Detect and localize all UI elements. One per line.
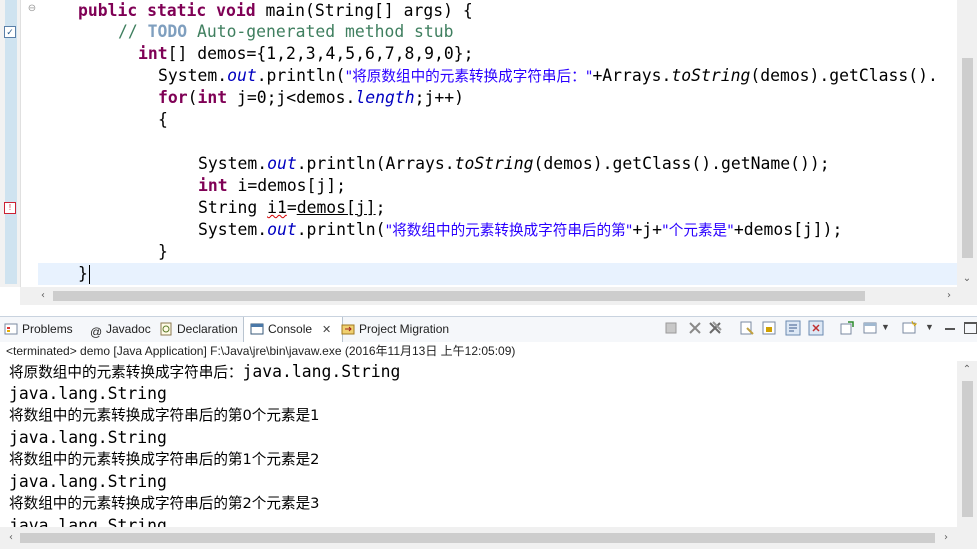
scroll-right-arrow-icon[interactable]: ›	[942, 289, 956, 303]
minimize-icon[interactable]	[945, 328, 955, 330]
text-caret	[89, 265, 90, 284]
open-console-icon[interactable]	[901, 320, 917, 336]
console-vscroll-thumb[interactable]	[962, 381, 973, 517]
task-marker-icon[interactable]: ✓	[4, 26, 16, 38]
console-line-5: 将数组中的元素转换成字符串后的第1个元素是2	[9, 451, 320, 468]
code-line-12: }	[158, 242, 168, 261]
console-line-4: java.lang.String	[9, 428, 167, 447]
console-status-line: <terminated> demo [Java Application] F:\…	[0, 342, 977, 361]
tab-project-migration[interactable]: Project Migration	[341, 317, 449, 342]
show-console-icon[interactable]	[808, 320, 824, 336]
scroll-down-arrow-icon[interactable]: ⌄	[960, 272, 974, 286]
remove-all-terminated-icon[interactable]	[707, 320, 723, 336]
editor-vscroll-thumb[interactable]	[962, 58, 973, 258]
code-line-1: public static void main(String[] args) {	[78, 1, 473, 20]
code-line-11: System.out.println("将数组中的元素转换成字符串后的第"+j+…	[198, 220, 843, 239]
clear-console-icon[interactable]	[739, 320, 755, 336]
display-selected-console-icon[interactable]	[862, 320, 878, 336]
console-line-3: 将数组中的元素转换成字符串后的第0个元素是1	[9, 407, 320, 424]
close-console-tab-icon[interactable]: ✕	[322, 324, 331, 336]
console-output[interactable]: 将原数组中的元素转换成字符串后：java.lang.String java.la…	[0, 361, 957, 527]
code-line-5: for(int j=0;j<demos.length;j++)	[158, 88, 464, 107]
tab-declaration[interactable]: Declaration	[159, 317, 238, 342]
project-migration-icon	[341, 324, 355, 335]
console-icon	[250, 323, 264, 335]
tab-problems[interactable]: Problems	[4, 317, 73, 342]
console-line-1: 将原数组中的元素转换成字符串后：java.lang.String	[9, 362, 401, 381]
scroll-left-arrow-icon[interactable]: ‹	[36, 289, 50, 303]
view-tab-bar: Problems @ Javadoc Declaration Console ✕ P…	[0, 316, 977, 343]
code-line-13: }	[78, 264, 88, 283]
declaration-icon	[160, 322, 172, 336]
code-line-3: int[] demos={1,2,3,4,5,6,7,8,9,0};	[138, 44, 474, 63]
editor-horizontal-scrollbar[interactable]: ‹ ›	[20, 287, 977, 305]
code-line-6: {	[158, 110, 168, 129]
problems-icon	[4, 323, 18, 335]
tab-javadoc[interactable]: @ Javadoc	[90, 317, 151, 342]
code-line-4: System.out.println("将原数组中的元素转换成字符串后："+Ar…	[158, 66, 938, 85]
code-line-9: int i=demos[j];	[198, 176, 347, 195]
code-line-2: // TODO Auto-generated method stub	[118, 22, 454, 41]
code-line-10: String i1=demos[j];	[198, 198, 386, 217]
code-line-8: System.out.println(Arrays.toString(demos…	[198, 154, 830, 173]
tab-console[interactable]: Console ✕	[243, 317, 343, 342]
console-hscroll-thumb[interactable]	[20, 533, 935, 543]
console-horizontal-scrollbar[interactable]: ‹ ›	[0, 527, 977, 549]
chevron-down-icon[interactable]: ▼	[881, 322, 890, 332]
annotation-band	[5, 0, 17, 284]
terminate-icon[interactable]	[663, 320, 679, 336]
editor-vertical-scrollbar[interactable]: ⌄	[957, 0, 977, 287]
scroll-lock-icon[interactable]	[761, 320, 777, 336]
console-line-2: java.lang.String	[9, 384, 167, 403]
console-vertical-scrollbar[interactable]: ⌃	[957, 361, 977, 527]
editor-left-ruler: ⊖ ✓ !	[0, 0, 36, 287]
word-wrap-icon[interactable]	[785, 320, 801, 336]
code-editor[interactable]: ⊖ ✓ ! public static void main(String[] a…	[0, 0, 977, 309]
code-area[interactable]: public static void main(String[] args) {…	[38, 0, 958, 287]
console-line-8: java.lang.String	[9, 516, 167, 527]
pin-console-icon[interactable]	[839, 320, 855, 336]
scroll-up-arrow-icon[interactable]: ⌃	[960, 363, 974, 377]
remove-launch-icon[interactable]	[687, 320, 703, 336]
maximize-icon[interactable]	[964, 322, 977, 334]
console-line-6: java.lang.String	[9, 472, 167, 491]
javadoc-at-icon: @	[90, 325, 103, 339]
warning-marker-icon[interactable]: !	[4, 202, 16, 214]
chevron-down-icon[interactable]: ▼	[925, 322, 934, 332]
scroll-left-arrow-icon[interactable]: ‹	[4, 531, 18, 545]
scroll-right-arrow-icon[interactable]: ›	[939, 531, 953, 545]
editor-hscroll-thumb[interactable]	[53, 291, 865, 301]
console-line-7: 将数组中的元素转换成字符串后的第2个元素是3	[9, 495, 320, 512]
fold-minus-icon[interactable]: ⊖	[26, 3, 38, 15]
